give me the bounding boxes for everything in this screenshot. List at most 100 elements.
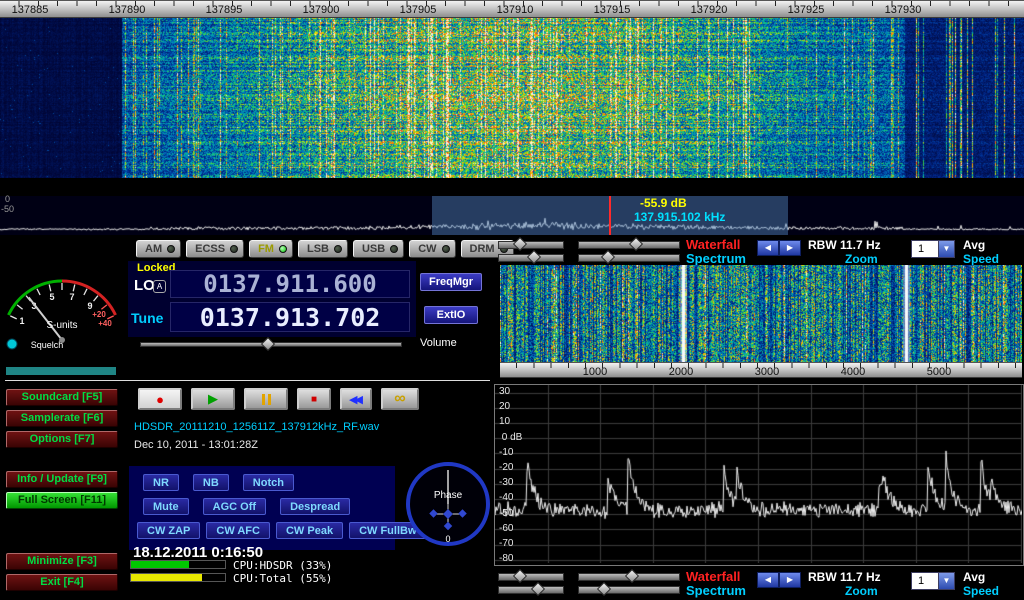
dsp-button-notch[interactable]: Notch [243, 474, 294, 491]
dsp-button-agc-off[interactable]: AGC Off [203, 498, 266, 515]
sidebar-button-full-screen[interactable]: Full Screen [F11] [6, 492, 118, 509]
mode-led-icon [442, 245, 450, 253]
band-spin-control-bottom: ◀ ▶ [757, 572, 801, 588]
avg-label-top: Avg [963, 238, 985, 252]
s-meter-num: 5 [49, 292, 54, 302]
mode-label: FM [258, 243, 274, 255]
freqmgr-button[interactable]: FreqMgr [420, 273, 482, 291]
tune-frequency-value: 0137.913.702 [200, 303, 381, 332]
waterfall-label-top[interactable]: Waterfall [686, 237, 740, 252]
avg-dropdown-bottom[interactable]: 1 ▼ [911, 572, 955, 590]
dsp-button-cw-zap[interactable]: CW ZAP [137, 522, 200, 539]
spin-left-button[interactable]: ◀ [757, 572, 779, 588]
sidebar-button-minimize[interactable]: Minimize [F3] [6, 553, 118, 570]
slider-knob[interactable] [531, 582, 545, 596]
rewind-button[interactable]: ◀◀ [340, 388, 372, 410]
record-icon: ● [156, 392, 164, 407]
avg-dropdown-value: 1 [912, 573, 938, 589]
spectrum-db-label-50: -50 [1, 204, 14, 214]
play-button[interactable]: ▶ [191, 388, 235, 410]
mode-button-ecss[interactable]: ECSS [186, 240, 244, 258]
slider-knob[interactable] [629, 237, 643, 251]
phase-dial[interactable]: Phase 0 [402, 458, 494, 550]
sidebar-button-info-update[interactable]: Info / Update [F9] [6, 471, 118, 488]
mode-label: USB [362, 243, 385, 255]
dsp-button-nr[interactable]: NR [143, 474, 179, 491]
freq-tick-label: 137895 [206, 4, 243, 16]
avg-dropdown-top[interactable]: 1 ▼ [911, 240, 955, 258]
mode-button-lsb[interactable]: LSB [298, 240, 348, 258]
waterfall-contrast-slider-bottom[interactable] [498, 586, 564, 594]
squelch-slider-track[interactable] [5, 380, 490, 381]
slider-knob[interactable] [597, 582, 611, 596]
freq-tick-label: 137920 [691, 4, 728, 16]
mode-button-row: AMECSSFMLSBUSBCWDRM [136, 240, 514, 258]
slider-knob[interactable] [625, 569, 639, 583]
sidebar-button-soundcard[interactable]: Soundcard [F5] [6, 389, 118, 406]
extio-button[interactable]: ExtIO [424, 306, 478, 324]
volume-slider-knob[interactable] [261, 337, 275, 351]
spin-left-button[interactable]: ◀ [757, 240, 779, 256]
squelch-level-bar[interactable] [6, 367, 116, 375]
pause-button[interactable] [244, 388, 288, 410]
lo-frequency-display[interactable]: 0137.911.600 [170, 270, 410, 298]
sidebar-button-options[interactable]: Options [F7] [6, 431, 118, 448]
dsp-button-despread[interactable]: Despread [280, 498, 350, 515]
record-button[interactable]: ● [138, 388, 182, 410]
waterfall-contrast-slider-top[interactable] [498, 254, 564, 262]
speed-slider-top[interactable] [578, 254, 680, 262]
slider-knob[interactable] [527, 250, 541, 264]
wav-file-date: Dec 10, 2011 - 13:01:28Z [134, 439, 258, 451]
slider-knob[interactable] [601, 250, 615, 264]
waterfall-brightness-slider-top[interactable] [498, 241, 564, 249]
mode-label: AM [145, 243, 162, 255]
volume-slider[interactable] [140, 342, 402, 347]
spectrum-axis-label: -40 [499, 492, 513, 503]
mode-led-icon [167, 245, 175, 253]
waterfall-brightness-slider-bottom[interactable] [498, 573, 564, 581]
audio-waterfall-display[interactable] [500, 265, 1022, 362]
spin-right-button[interactable]: ▶ [779, 572, 801, 588]
mode-button-usb[interactable]: USB [353, 240, 404, 258]
zoom-slider-bottom[interactable] [578, 573, 680, 581]
spectrum-axis-label: -50 [499, 508, 513, 519]
chevron-down-icon[interactable]: ▼ [938, 241, 954, 257]
spin-right-button[interactable]: ▶ [779, 240, 801, 256]
mode-button-am[interactable]: AM [136, 240, 181, 258]
signal-level-readout: -55.9 dB [640, 196, 687, 210]
audio-spectrum-display[interactable] [495, 385, 1022, 563]
dsp-button-cw-peak[interactable]: CW Peak [276, 522, 343, 539]
dsp-button-cw-afc[interactable]: CW AFC [206, 522, 270, 539]
audio-scale-label: 2000 [669, 366, 693, 378]
frequency-scale[interactable]: 1378851378901378951379001379051379101379… [0, 0, 1024, 18]
main-waterfall-display[interactable] [0, 0, 1024, 178]
squelch-label: Squelch [31, 340, 64, 350]
audio-scale-label: 3000 [755, 366, 779, 378]
speed-slider-bottom[interactable] [578, 586, 680, 594]
audio-frequency-scale[interactable]: 10002000300040005000 [500, 362, 1022, 378]
lo-a-badge[interactable]: A [153, 280, 166, 293]
slider-knob[interactable] [513, 569, 527, 583]
stop-button[interactable]: ■ [297, 388, 331, 410]
loop-button[interactable]: ∞ [381, 388, 419, 410]
freq-tick-label: 137930 [885, 4, 922, 16]
sidebar-button-exit[interactable]: Exit [F4] [6, 574, 118, 591]
mode-button-cw[interactable]: CW [409, 240, 455, 258]
squelch-knob[interactable] [7, 339, 17, 349]
phase-label: Phase [434, 490, 463, 501]
mode-button-fm[interactable]: FM [249, 240, 293, 258]
zoom-slider-top[interactable] [578, 241, 680, 249]
tune-frequency-display[interactable]: 0137.913.702 [170, 302, 410, 332]
pause-icon [268, 394, 271, 405]
s-meter[interactable]: 1 3 5 7 9 +20 +40 S-units Squelch [2, 238, 124, 358]
waterfall-label-bottom[interactable]: Waterfall [686, 569, 740, 584]
spectrum-label-top[interactable]: Spectrum [686, 251, 746, 266]
sidebar-button-samplerate[interactable]: Samplerate [F6] [6, 410, 118, 427]
chevron-down-icon[interactable]: ▼ [938, 573, 954, 589]
spectrum-label-bottom[interactable]: Spectrum [686, 583, 746, 598]
mode-led-icon [230, 245, 238, 253]
dsp-button-mute[interactable]: Mute [143, 498, 189, 515]
dsp-button-nb[interactable]: NB [193, 474, 229, 491]
lo-frequency-value: 0137.911.600 [203, 270, 376, 298]
slider-knob[interactable] [513, 237, 527, 251]
